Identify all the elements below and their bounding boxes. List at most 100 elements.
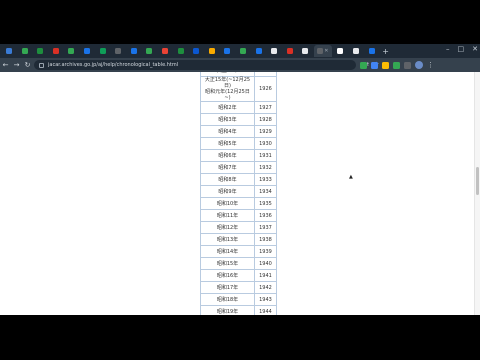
year-cell: 1928 (254, 113, 277, 126)
page-scrollbar[interactable] (474, 72, 480, 315)
tab-favicon-icon (21, 48, 28, 54)
scrollbar-thumb[interactable] (476, 167, 479, 195)
table-row: 昭和16年 1941 (200, 269, 277, 282)
tab-favicon-icon (130, 48, 137, 54)
site-info-icon[interactable] (39, 62, 44, 68)
era-cell: 昭和18年 (200, 293, 255, 306)
era-cell: 昭和13年 (200, 233, 255, 246)
browser-tab[interactable] (2, 46, 16, 56)
tab-favicon-icon (6, 48, 12, 54)
browser-tab[interactable] (80, 46, 94, 56)
browser-tab[interactable]: ✕ (313, 45, 332, 57)
browser-tab[interactable] (252, 46, 266, 56)
table-row: 昭和12年 1937 (200, 221, 277, 234)
era-cell: 昭和11年 (200, 209, 255, 222)
reload-icon[interactable]: ↻ (22, 61, 33, 69)
browser-tab[interactable] (283, 46, 297, 56)
year-cell: 1929 (254, 125, 277, 138)
browser-tab[interactable] (158, 46, 172, 56)
year-cell: 1936 (254, 209, 277, 222)
tab-favicon-icon (68, 48, 75, 54)
tab-favicon-icon (224, 48, 231, 54)
browser-tab[interactable] (18, 46, 32, 56)
browser-tab[interactable] (333, 46, 347, 56)
year-cell: 1944 (254, 305, 277, 315)
browser-tab[interactable] (236, 46, 250, 56)
year-cell: 1937 (254, 221, 277, 234)
table-row: 昭和15年 1940 (200, 257, 277, 270)
extension-icon[interactable] (360, 61, 367, 69)
table-row: 昭和6年 1931 (200, 149, 277, 162)
browser-tab[interactable] (142, 46, 156, 56)
profile-avatar[interactable] (415, 61, 423, 69)
forward-icon[interactable]: → (11, 61, 22, 69)
browser-tab[interactable] (365, 46, 379, 56)
era-cell: 昭和5年 (200, 137, 255, 150)
table-row: 昭和13年 1938 (200, 233, 277, 246)
browser-tab[interactable] (298, 46, 312, 56)
table-row: 昭和17年 1942 (200, 281, 277, 294)
era-cell: 昭和14年 (200, 245, 255, 258)
maximize-icon[interactable]: □ (458, 45, 465, 53)
year-cell: 1939 (254, 245, 277, 258)
tab-favicon-icon (368, 48, 375, 54)
browser-tab[interactable] (174, 46, 188, 56)
browser-tab[interactable] (111, 46, 125, 56)
table-row: 昭和14年 1939 (200, 245, 277, 258)
tab-favicon-icon (99, 48, 106, 54)
era-cell: 昭和17年 (200, 281, 255, 294)
close-window-icon[interactable]: ✕ (472, 45, 478, 53)
browser-tab[interactable] (64, 46, 78, 56)
close-tab-icon[interactable]: ✕ (324, 48, 328, 54)
era-cell: 昭和12年 (200, 221, 255, 234)
era-cell: 昭和4年 (200, 125, 255, 138)
year-cell: 1941 (254, 269, 277, 282)
extension-icon[interactable] (404, 61, 411, 69)
browser-tab[interactable] (267, 46, 281, 56)
page-content: 大正14年1925大正15年(~12月25日)昭和元年(12月25日~)1926… (0, 72, 474, 315)
browser-tab[interactable] (49, 46, 63, 56)
browser-tab[interactable] (33, 46, 47, 56)
tab-favicon-icon (208, 48, 215, 54)
table-row: 大正15年(~12月25日) 昭和元年(12月25日~) 1926 (200, 76, 277, 102)
year-cell: 1926 (254, 76, 277, 102)
chronological-table: 大正14年1925大正15年(~12月25日)昭和元年(12月25日~)1926… (200, 72, 277, 315)
table-row: 昭和18年 1943 (200, 293, 277, 306)
tab-favicon-icon (52, 48, 59, 54)
browser-tab[interactable] (205, 46, 219, 56)
tab-favicon-icon (302, 48, 309, 54)
extension-icon[interactable] (371, 61, 378, 69)
browser-tab[interactable] (127, 46, 141, 56)
tab-favicon-icon (177, 48, 184, 54)
tab-favicon-icon (255, 48, 262, 54)
tab-favicon-icon (115, 48, 122, 54)
table-row: 昭和7年 1932 (200, 161, 277, 174)
address-bar[interactable]: jacar.archives.go.jp/aj/help/chronologic… (34, 60, 379, 70)
era-cell: 昭和9年 (200, 185, 255, 198)
back-icon[interactable]: ← (0, 61, 11, 69)
tab-favicon-icon (353, 48, 360, 54)
era-cell: 昭和15年 (200, 257, 255, 270)
browser-tab[interactable] (220, 46, 234, 56)
year-cell: 1930 (254, 137, 277, 150)
year-cell: 1940 (254, 257, 277, 270)
tab-favicon-icon (317, 48, 324, 54)
browser-tab[interactable] (349, 46, 363, 56)
extension-icon[interactable] (382, 61, 389, 69)
year-cell: 1932 (254, 161, 277, 174)
extension-icon[interactable] (393, 61, 400, 69)
mouse-cursor-icon: ▲ (349, 174, 353, 180)
tab-favicon-icon (286, 48, 293, 54)
minimize-icon[interactable]: – (446, 45, 450, 53)
browser-tab[interactable] (96, 46, 110, 56)
tab-favicon-icon (239, 48, 246, 54)
window-controls: – □ ✕ (446, 45, 478, 53)
tab-strip: ✕ + – □ ✕ (0, 44, 480, 58)
browser-window: ✕ + – □ ✕ ← → ↻ jacar.archives.go.jp/aj/h… (0, 44, 480, 315)
new-tab-button[interactable]: + (382, 47, 389, 56)
era-cell: 昭和2年 (200, 101, 255, 114)
menu-icon[interactable]: ⋮ (427, 61, 434, 69)
browser-tab[interactable] (189, 46, 203, 56)
table-row: 昭和5年 1930 (200, 137, 277, 150)
table-row: 昭和19年 1944 (200, 305, 277, 315)
